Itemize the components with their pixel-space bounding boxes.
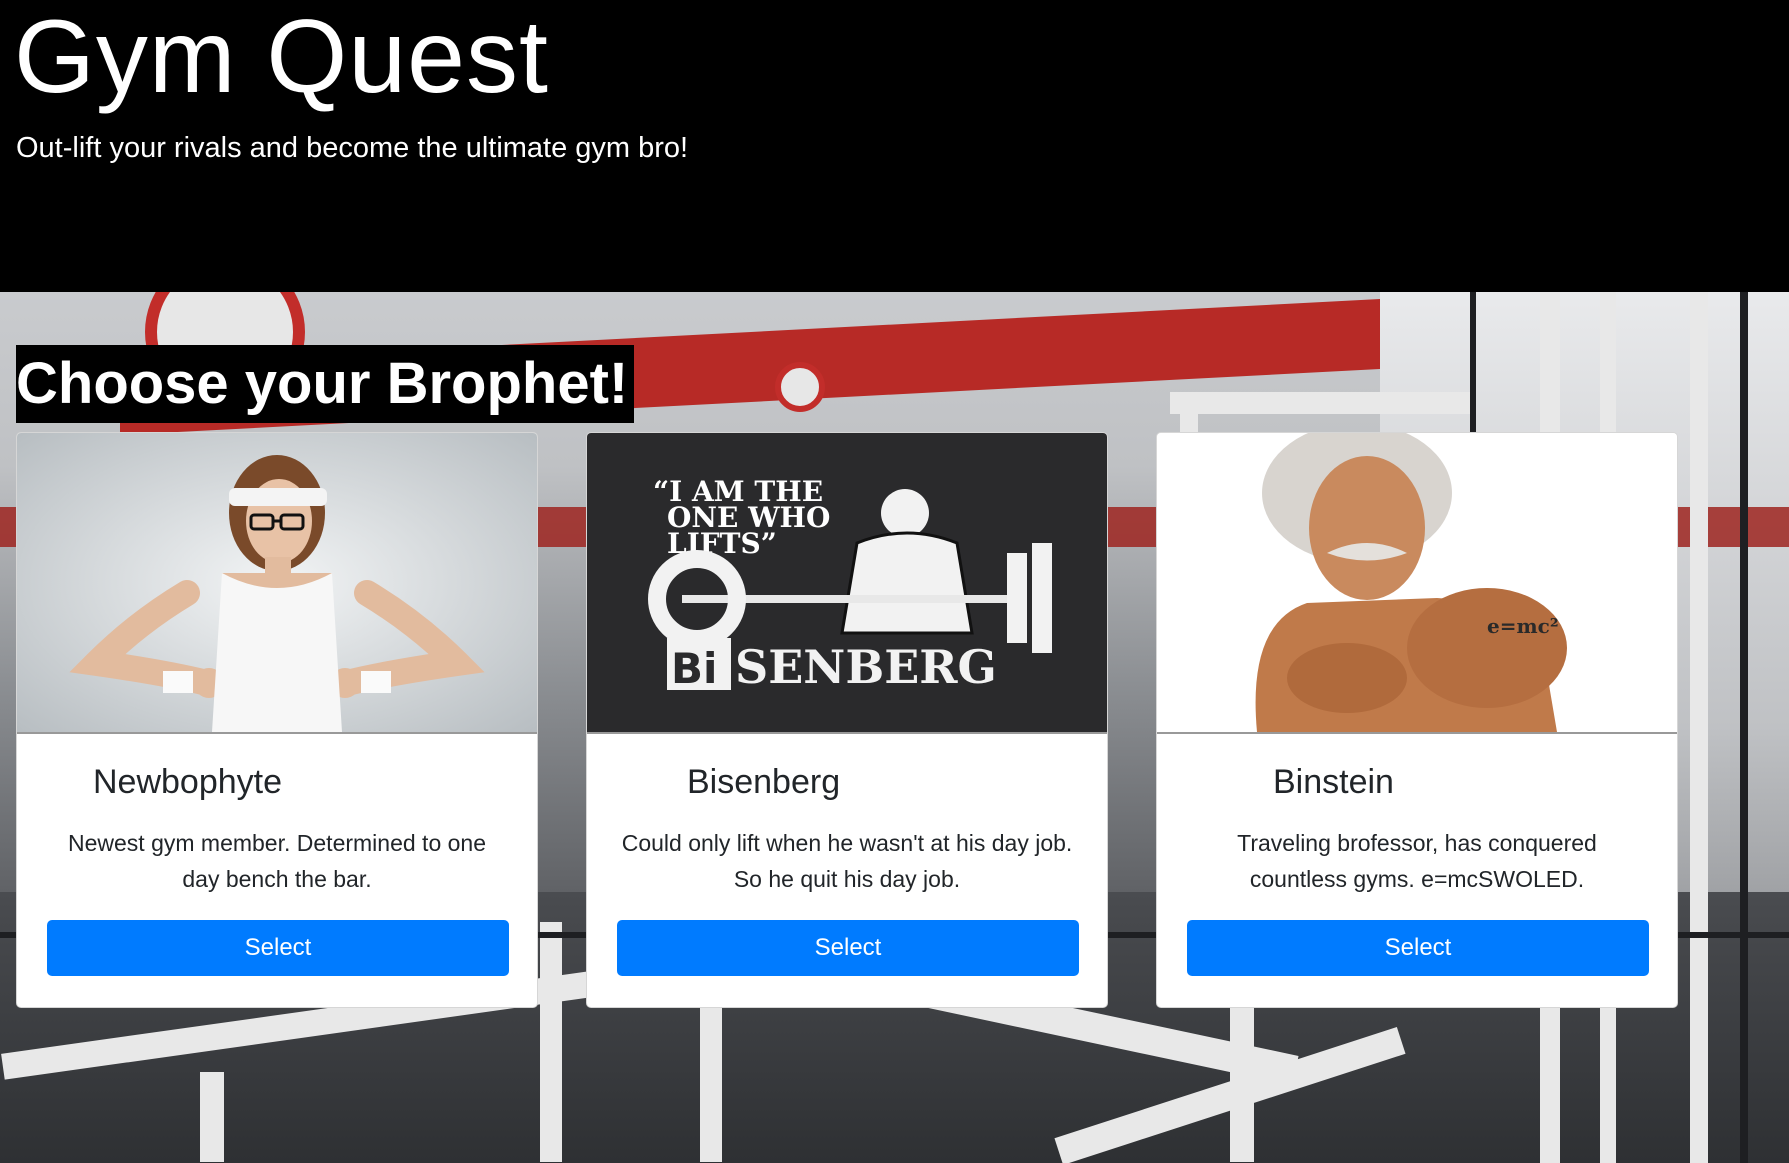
section-heading: Choose your Brophet! (16, 345, 635, 423)
tattoo-text: e=mc² (1487, 614, 1559, 638)
page-subtitle: Out-lift your rivals and become the ulti… (16, 132, 689, 164)
card-description: Newest gym member. Determined to one day… (67, 830, 486, 892)
select-binstein-button[interactable]: Select (1187, 920, 1649, 976)
character-card-binstein: e=mc² Binstein Traveling brofessor, has … (1156, 432, 1678, 1008)
card-description: Traveling brofessor, has conquered count… (1237, 830, 1597, 892)
header: Gym Quest Out-lift your rivals and becom… (0, 0, 1789, 292)
poster-logo-text: SENBERG (735, 640, 997, 694)
card-name: Newbophyte (93, 763, 283, 801)
card-name: Binstein (1273, 763, 1394, 801)
bisenberg-image: “I AM THE ONE WHO LIFTS” Bi SENBERG (587, 433, 1107, 734)
page-title: Gym Quest (14, 0, 549, 115)
card-name: Bisenberg (687, 763, 841, 801)
card-description: Could only lift when he wasn't at his da… (621, 830, 1073, 892)
binstein-image: e=mc² (1157, 433, 1677, 734)
character-card-bisenberg: “I AM THE ONE WHO LIFTS” Bi SENBERG Bise… (586, 432, 1108, 1008)
character-card-newbophyte: Newbophyte Newest gym member. Determined… (16, 432, 538, 1008)
poster-logo-prefix: Bi (671, 644, 717, 693)
newbophyte-image (17, 433, 537, 734)
select-bisenberg-button[interactable]: Select (617, 920, 1079, 976)
select-newbophyte-button[interactable]: Select (47, 920, 509, 976)
